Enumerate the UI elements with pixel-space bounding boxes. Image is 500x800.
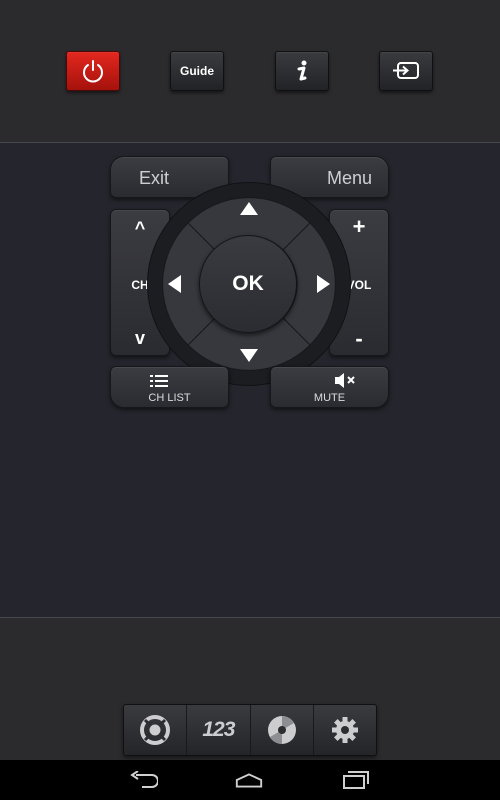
tab-numpad[interactable]: 123 <box>187 705 251 755</box>
system-nav-bar <box>0 760 500 800</box>
info-icon <box>297 60 307 81</box>
channel-list-button[interactable]: CH LIST <box>110 366 229 408</box>
channel-list-label: CH LIST <box>148 392 191 404</box>
power-button[interactable] <box>66 51 120 91</box>
arrow-right-icon <box>317 275 330 293</box>
mute-icon <box>335 373 355 388</box>
guide-button[interactable]: Guide <box>170 51 224 91</box>
back-button[interactable] <box>128 770 158 790</box>
tab-settings[interactable] <box>314 705 376 755</box>
home-button[interactable] <box>234 770 264 790</box>
arrow-up-icon <box>240 202 258 215</box>
power-icon <box>83 60 103 83</box>
arrow-down-icon <box>240 349 258 362</box>
guide-label: Guide <box>179 64 214 78</box>
input-source-button[interactable] <box>379 51 433 91</box>
recents-button[interactable] <box>341 770 371 790</box>
info-button[interactable] <box>275 51 329 91</box>
media-disc-icon <box>267 716 296 744</box>
recents-icon <box>343 771 369 789</box>
mute-label: MUTE <box>313 392 346 404</box>
ok-label: OK <box>232 272 264 295</box>
arrow-left-icon <box>168 275 181 293</box>
list-icon <box>150 375 168 387</box>
remote-dpad-icon <box>140 715 171 745</box>
tab-remote[interactable] <box>124 705 188 755</box>
home-icon <box>235 773 263 788</box>
back-icon <box>130 771 158 788</box>
gear-icon <box>331 717 358 743</box>
ok-button[interactable]: OK <box>199 235 297 333</box>
tab-media[interactable] <box>251 705 314 755</box>
input-source-icon <box>393 62 419 79</box>
mode-tab-strip: 123 <box>123 704 377 756</box>
mute-button[interactable]: MUTE <box>270 366 389 408</box>
numpad-label: 123 <box>202 718 235 741</box>
